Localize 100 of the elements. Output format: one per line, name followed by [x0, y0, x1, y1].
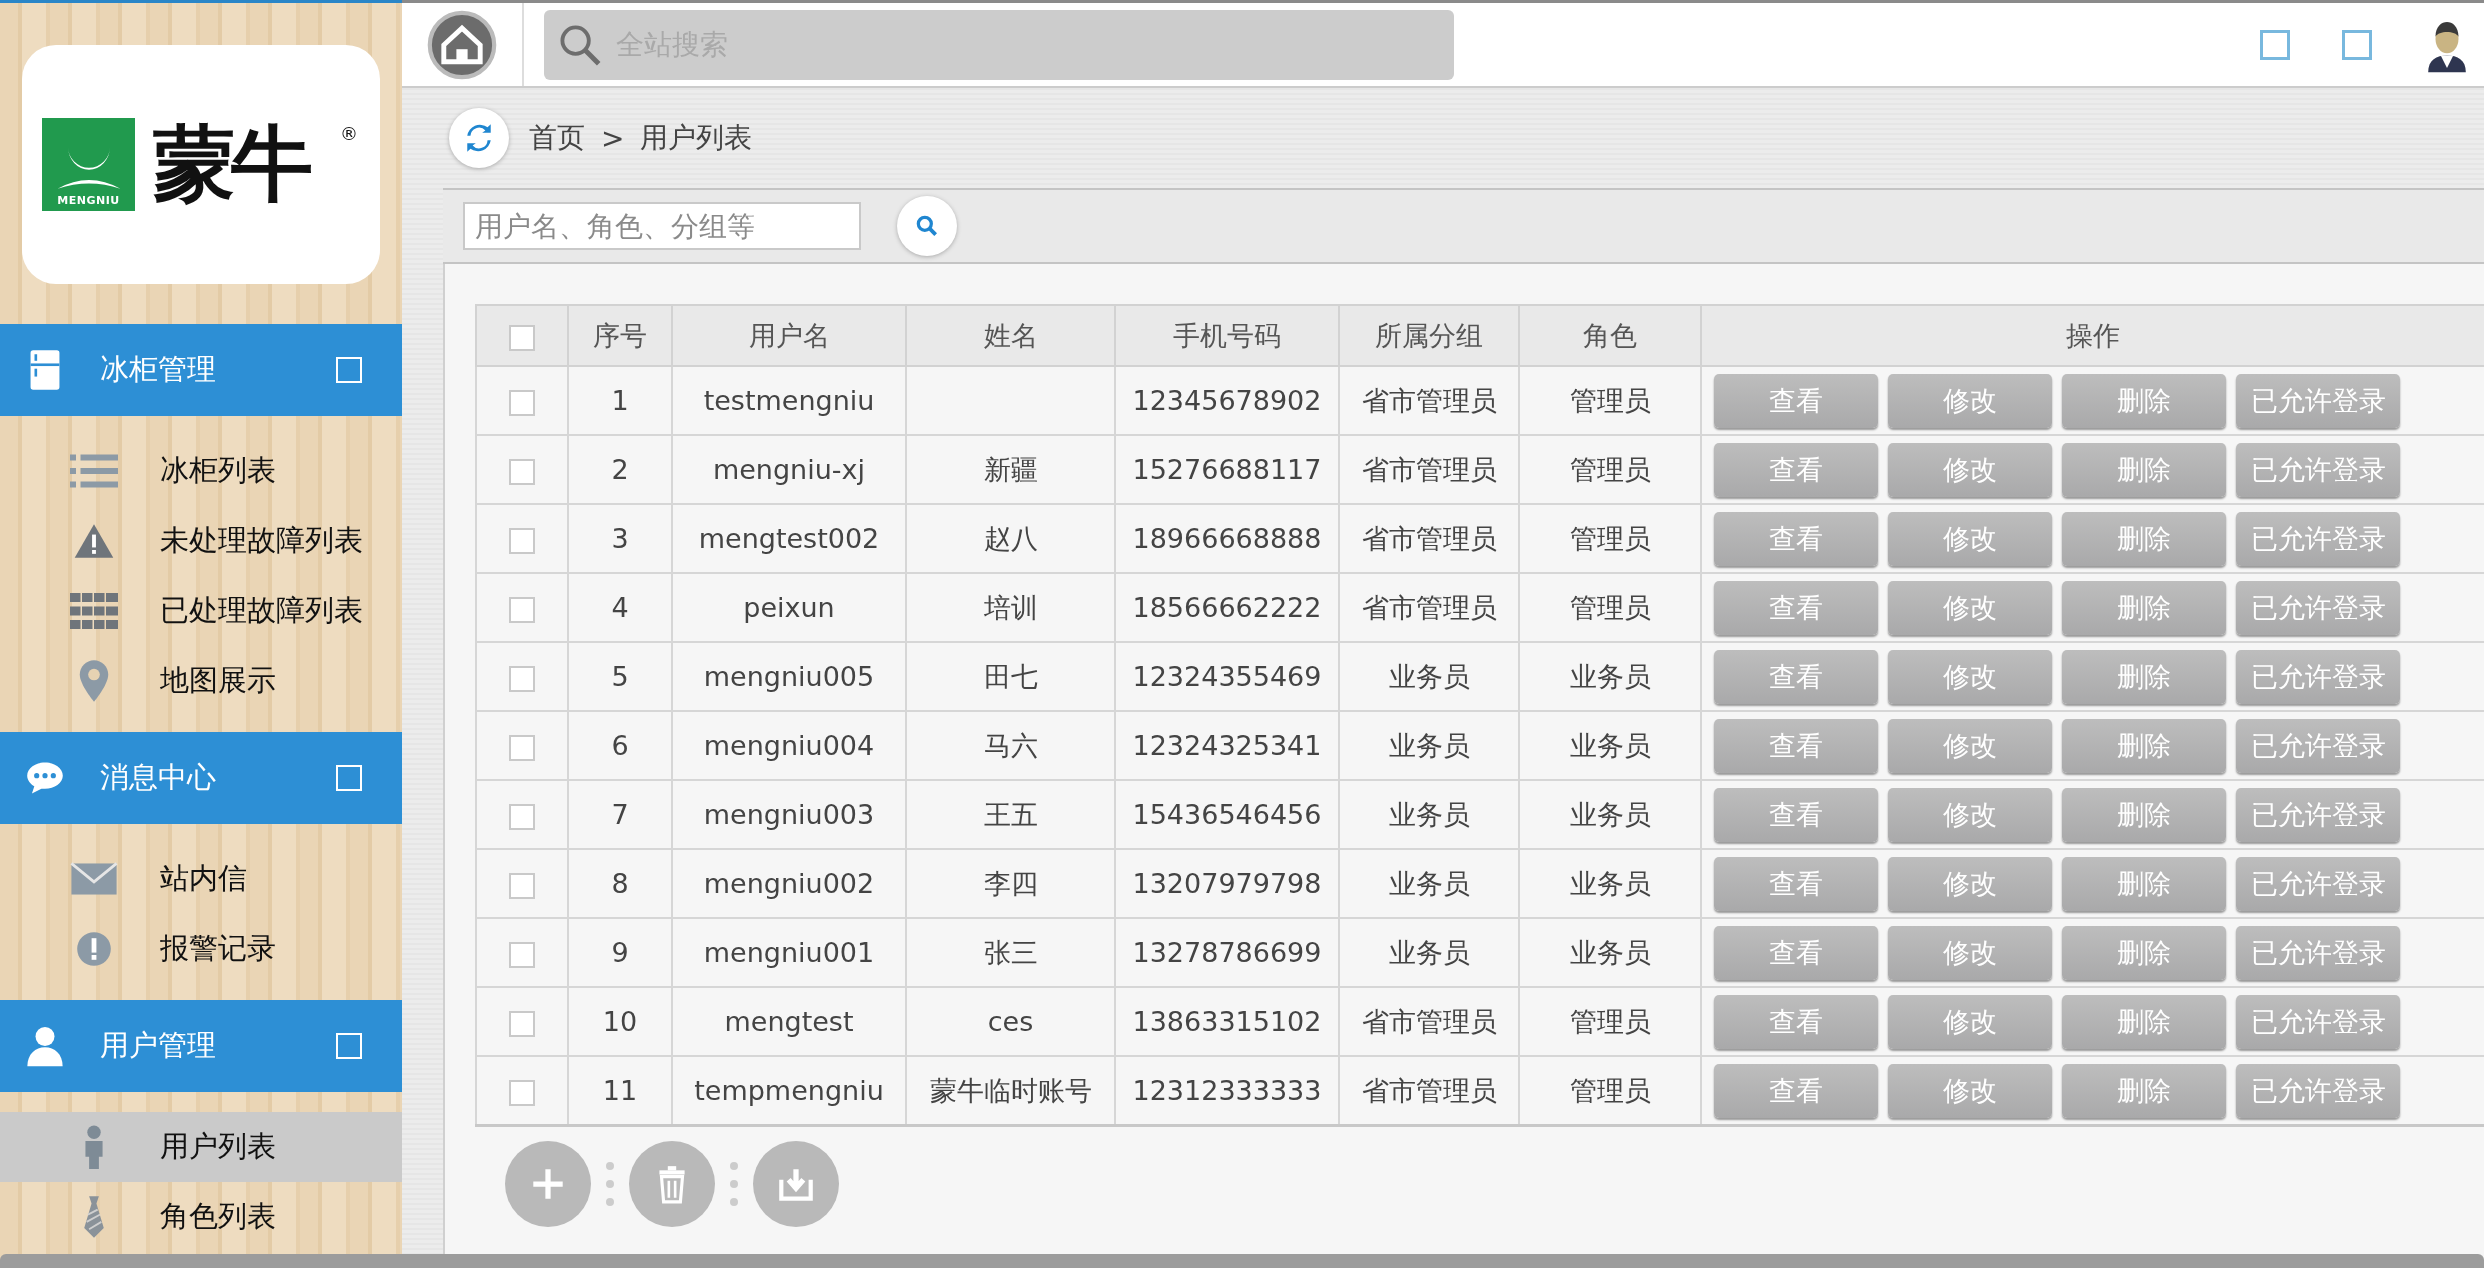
action-button[interactable]: 删除 — [2062, 1063, 2226, 1118]
action-button[interactable]: 修改 — [1888, 1063, 2052, 1118]
table-cell: 15276688117 — [1115, 435, 1339, 504]
table-cell: 赵八 — [906, 504, 1115, 573]
sidebar-item[interactable]: 用户列表 — [0, 1112, 402, 1182]
action-button[interactable]: 已允许登录 — [2236, 580, 2400, 635]
action-button[interactable]: 修改 — [1888, 787, 2052, 842]
table-cell: 王五 — [906, 780, 1115, 849]
row-checkbox[interactable] — [509, 734, 535, 761]
table-cell: 管理员 — [1519, 366, 1701, 435]
action-button[interactable]: 查看 — [1714, 442, 1878, 497]
row-checkbox[interactable] — [509, 872, 535, 899]
row-checkbox[interactable] — [509, 1079, 535, 1106]
row-checkbox[interactable] — [509, 527, 535, 554]
square-icon[interactable] — [2342, 29, 2372, 60]
action-button[interactable]: 已允许登录 — [2236, 442, 2400, 497]
action-button[interactable]: 删除 — [2062, 856, 2226, 911]
action-button[interactable]: 已允许登录 — [2236, 787, 2400, 842]
action-button[interactable]: 修改 — [1888, 373, 2052, 428]
action-button[interactable]: 查看 — [1714, 511, 1878, 566]
column-header: 序号 — [568, 305, 672, 366]
select-all-checkbox[interactable] — [509, 324, 535, 351]
action-button[interactable]: 删除 — [2062, 442, 2226, 497]
search-button[interactable] — [897, 196, 957, 256]
column-header: 所属分组 — [1339, 305, 1519, 366]
column-header: 姓名 — [906, 305, 1115, 366]
row-checkbox[interactable] — [509, 458, 535, 485]
table-cell: 业务员 — [1519, 780, 1701, 849]
action-button[interactable]: 修改 — [1888, 511, 2052, 566]
sidebar-item[interactable]: 未处理故障列表 — [0, 506, 402, 576]
action-button[interactable]: 删除 — [2062, 994, 2226, 1049]
table-cell: 田七 — [906, 642, 1115, 711]
action-button[interactable]: 查看 — [1714, 649, 1878, 704]
table-cell: 5 — [568, 642, 672, 711]
table-cell: mengniu003 — [672, 780, 906, 849]
action-button[interactable]: 删除 — [2062, 787, 2226, 842]
action-button[interactable]: 查看 — [1714, 1063, 1878, 1118]
table-cell: 业务员 — [1519, 642, 1701, 711]
logo-caption: MENGNIU — [57, 194, 120, 207]
action-button[interactable]: 删除 — [2062, 649, 2226, 704]
sidebar-section-header[interactable]: 消息中心 — [0, 732, 402, 824]
row-checkbox[interactable] — [509, 389, 535, 416]
action-button[interactable]: 修改 — [1888, 925, 2052, 980]
table-cell: 李四 — [906, 849, 1115, 918]
sidebar-item[interactable]: 已处理故障列表 — [0, 576, 402, 646]
sidebar-item[interactable]: 地图展示 — [0, 646, 402, 716]
home-icon[interactable] — [427, 9, 497, 80]
action-button[interactable]: 查看 — [1714, 373, 1878, 428]
action-button[interactable]: 查看 — [1714, 856, 1878, 911]
action-button[interactable]: 查看 — [1714, 787, 1878, 842]
table-cell: 业务员 — [1519, 849, 1701, 918]
table-cell: mengniu002 — [672, 849, 906, 918]
action-button[interactable]: 修改 — [1888, 856, 2052, 911]
sidebar-section-header[interactable]: 用户管理 — [0, 1000, 402, 1092]
sidebar-item[interactable]: 冰柜列表 — [0, 436, 402, 506]
search-icon — [914, 213, 940, 239]
refresh-button[interactable] — [449, 108, 509, 168]
action-button[interactable]: 修改 — [1888, 580, 2052, 635]
action-button[interactable]: 已允许登录 — [2236, 925, 2400, 980]
table-cell: 业务员 — [1339, 918, 1519, 987]
table-cell: 12324355469 — [1115, 642, 1339, 711]
action-button[interactable]: 已允许登录 — [2236, 373, 2400, 428]
sidebar-item[interactable]: 站内信 — [0, 844, 402, 914]
action-button[interactable]: 删除 — [2062, 925, 2226, 980]
action-button[interactable]: 删除 — [2062, 373, 2226, 428]
row-checkbox[interactable] — [509, 596, 535, 623]
action-button[interactable]: 已允许登录 — [2236, 1063, 2400, 1118]
row-checkbox[interactable] — [509, 665, 535, 692]
table-cell: 1 — [568, 366, 672, 435]
table-cell: 培训 — [906, 573, 1115, 642]
action-button[interactable]: 修改 — [1888, 442, 2052, 497]
table-cell: 省市管理员 — [1339, 573, 1519, 642]
action-button[interactable]: 修改 — [1888, 649, 2052, 704]
row-checkbox[interactable] — [509, 941, 535, 968]
action-button[interactable]: 删除 — [2062, 511, 2226, 566]
table-cell: 18966668888 — [1115, 504, 1339, 573]
action-button[interactable]: 查看 — [1714, 994, 1878, 1049]
action-button[interactable]: 删除 — [2062, 718, 2226, 773]
square-icon[interactable] — [2260, 29, 2290, 60]
action-button[interactable]: 查看 — [1714, 718, 1878, 773]
sidebar-section-header[interactable]: 冰柜管理 — [0, 324, 402, 416]
horizontal-scrollbar[interactable] — [0, 1254, 2484, 1268]
action-button[interactable]: 查看 — [1714, 580, 1878, 635]
filter-field[interactable]: 用户名、角色、分组等 — [463, 202, 861, 250]
action-button[interactable]: 查看 — [1714, 925, 1878, 980]
section-title: 冰柜管理 — [100, 351, 217, 388]
action-button[interactable]: 删除 — [2062, 580, 2226, 635]
row-checkbox[interactable] — [509, 803, 535, 830]
action-button[interactable]: 已允许登录 — [2236, 994, 2400, 1049]
action-button[interactable]: 修改 — [1888, 994, 2052, 1049]
action-button[interactable]: 已允许登录 — [2236, 856, 2400, 911]
action-button[interactable]: 已允许登录 — [2236, 718, 2400, 773]
action-button[interactable]: 已允许登录 — [2236, 511, 2400, 566]
table-cell: ces — [906, 987, 1115, 1056]
action-button[interactable]: 修改 — [1888, 718, 2052, 773]
sidebar-item[interactable]: 角色列表 — [0, 1182, 402, 1252]
sidebar-item[interactable]: 报警记录 — [0, 914, 402, 984]
action-button[interactable]: 已允许登录 — [2236, 649, 2400, 704]
breadcrumb-link[interactable]: 首页 — [529, 119, 585, 157]
row-checkbox[interactable] — [509, 1010, 535, 1037]
